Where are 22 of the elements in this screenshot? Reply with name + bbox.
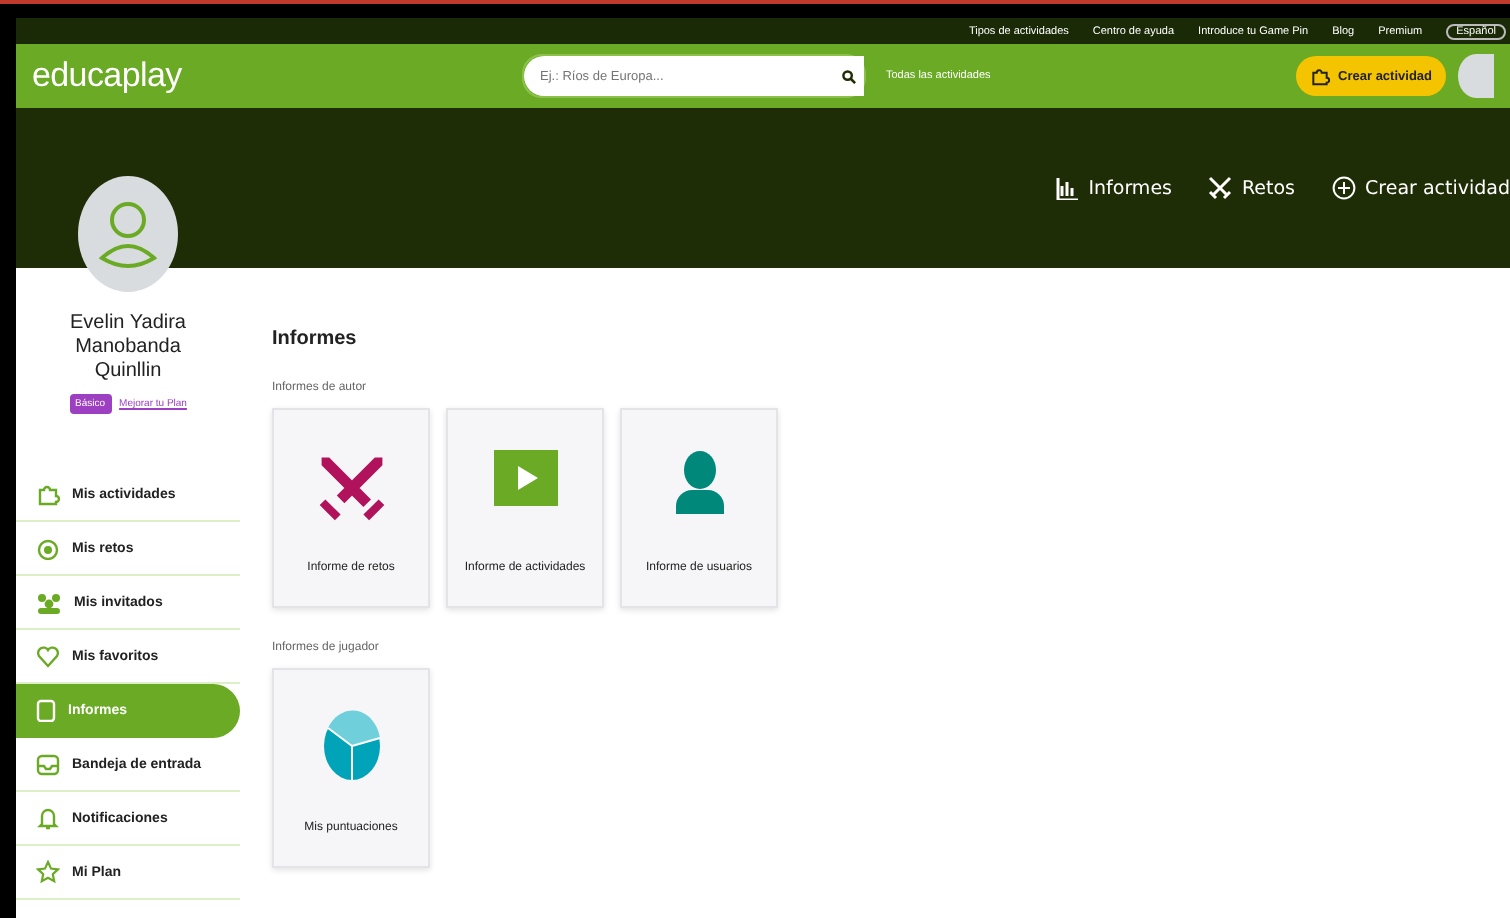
heart-icon — [36, 644, 60, 668]
create-link[interactable]: Crear actividad — [1331, 176, 1510, 200]
user-icon — [675, 450, 723, 514]
target-icon — [36, 536, 60, 560]
plus-circle-icon — [1331, 176, 1356, 200]
puzzle-icon — [36, 482, 60, 506]
page-title: Informes — [272, 328, 359, 350]
reports-link[interactable]: Informes — [1056, 177, 1172, 199]
challenges-link[interactable]: Retos — [1208, 176, 1296, 200]
bar-chart-icon — [1056, 177, 1079, 199]
pie-chart-icon — [321, 710, 381, 782]
user-name: Evelin Yadira Manobanda Quinllin — [68, 312, 188, 384]
clipboard-icon — [36, 698, 56, 722]
avatar[interactable] — [1458, 54, 1494, 98]
search-icon — [842, 69, 856, 83]
puzzle-icon — [1310, 66, 1331, 86]
play-icon — [493, 450, 557, 506]
group-icon — [36, 590, 62, 614]
crossed-swords-icon — [1208, 176, 1232, 200]
inbox-icon — [36, 752, 60, 776]
star-icon — [36, 860, 60, 884]
bell-icon — [36, 806, 60, 830]
